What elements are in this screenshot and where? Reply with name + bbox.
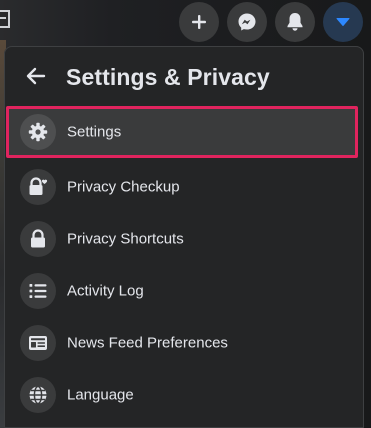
menu-item-label: News Feed Preferences <box>67 334 228 352</box>
menu-item-activity-log[interactable]: Activity Log <box>6 265 358 317</box>
menu-item-label: Privacy Checkup <box>67 178 180 196</box>
menu-title: Settings & Privacy <box>66 64 270 90</box>
messenger-icon <box>237 12 257 32</box>
lock-icon <box>20 221 56 257</box>
account-menu-button[interactable] <box>323 2 363 42</box>
create-button[interactable] <box>179 2 219 42</box>
lock-heart-icon <box>20 169 56 205</box>
bell-icon <box>286 12 304 32</box>
list-icon <box>20 273 56 309</box>
menu-item-privacy-shortcuts[interactable]: Privacy Shortcuts <box>6 213 358 265</box>
settings-privacy-menu: Settings & Privacy Settings Privacy Chec… <box>4 46 364 428</box>
menu-item-label: Settings <box>67 123 122 141</box>
menu-item-label: Privacy Shortcuts <box>67 230 184 248</box>
menu-header: Settings & Privacy <box>4 46 364 106</box>
feed-icon <box>20 325 56 361</box>
caret-down-icon <box>336 17 350 27</box>
menu-item-privacy-checkup[interactable]: Privacy Checkup <box>6 161 358 213</box>
window-corner-icon <box>0 10 10 28</box>
menu-item-label: Activity Log <box>67 282 144 300</box>
menu-item-settings[interactable]: Settings <box>6 106 358 158</box>
back-arrow-icon <box>26 67 46 90</box>
plus-icon <box>191 14 207 30</box>
menu-item-label: Language <box>67 386 134 404</box>
notifications-button[interactable] <box>275 2 315 42</box>
globe-icon <box>20 377 56 413</box>
messenger-button[interactable] <box>227 2 267 42</box>
gear-icon <box>20 114 56 150</box>
menu-item-language[interactable]: Language <box>6 369 358 421</box>
back-button[interactable] <box>22 64 50 92</box>
menu-item-news-feed-preferences[interactable]: News Feed Preferences <box>6 317 358 369</box>
screen: Settings & Privacy Settings Privacy Chec… <box>0 0 371 428</box>
